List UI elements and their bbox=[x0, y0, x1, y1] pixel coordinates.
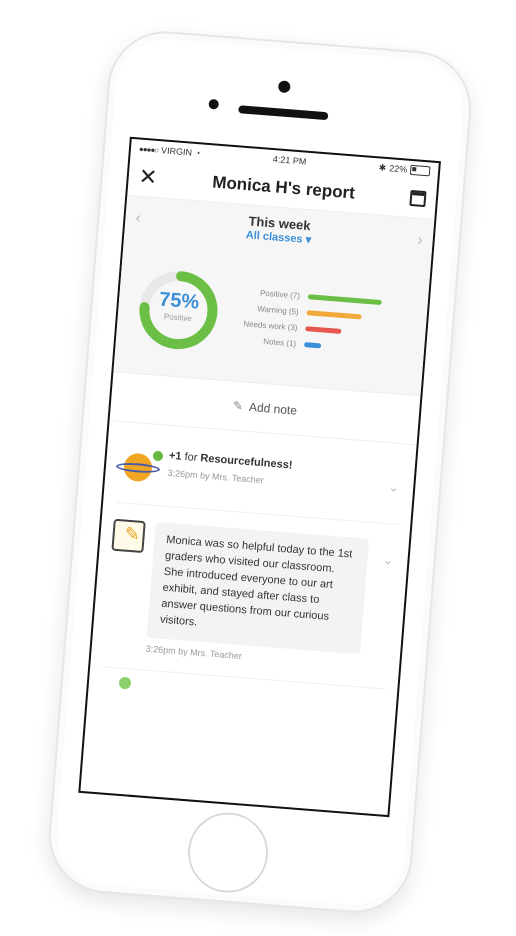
chevron-down-icon[interactable]: ⌄ bbox=[388, 479, 400, 496]
carrier-label: VIRGIN bbox=[160, 145, 193, 158]
legend-row-notes: Notes (1) bbox=[234, 334, 378, 354]
status-right: ✱ 22% bbox=[378, 161, 431, 177]
legend-label-positive: Positive (7) bbox=[259, 287, 301, 301]
positive-donut: 75% Positive bbox=[131, 263, 226, 358]
classes-label: All classes bbox=[245, 229, 303, 246]
page-title: Monica H's report bbox=[211, 172, 356, 203]
calendar-icon[interactable] bbox=[409, 189, 427, 208]
planet-ring bbox=[115, 461, 161, 475]
battery-icon bbox=[409, 164, 431, 177]
caret-down-icon: ▾ bbox=[305, 233, 312, 247]
legend-label-warning: Warning (5) bbox=[256, 303, 300, 317]
skill-name: Resourcefulness! bbox=[199, 452, 293, 472]
wifi-icon: ◔ bbox=[194, 147, 201, 159]
phone-frame: ●●●●○ VIRGIN ◔ 4:21 PM ✱ 22% ✕ Monica H'… bbox=[44, 27, 476, 917]
add-note-label: Add note bbox=[248, 399, 298, 418]
for-text: for bbox=[184, 451, 198, 465]
camera-dot bbox=[277, 80, 291, 94]
legend-label-needs-work: Needs work (3) bbox=[243, 318, 298, 332]
sensor-dot bbox=[208, 98, 220, 110]
status-left: ●●●●○ VIRGIN ◔ bbox=[138, 144, 201, 159]
legend-bar-needs-work bbox=[305, 325, 342, 334]
status-time: 4:21 PM bbox=[272, 154, 307, 167]
pencil-icon: ✎ bbox=[232, 398, 244, 414]
speaker-slot bbox=[238, 105, 329, 121]
app-screen: ●●●●○ VIRGIN ◔ 4:21 PM ✱ 22% ✕ Monica H'… bbox=[78, 136, 441, 818]
positive-badge bbox=[150, 448, 166, 464]
feed-item-content: +1 for Resourcefulness! 3:26pm by Mrs. T… bbox=[167, 450, 402, 496]
chevron-right-icon[interactable]: › bbox=[417, 232, 424, 250]
close-icon[interactable]: ✕ bbox=[138, 164, 158, 190]
signal-icon: ●●●●○ bbox=[138, 144, 159, 155]
legend-bar-positive bbox=[307, 293, 382, 305]
battery-percent: 22% bbox=[388, 163, 408, 175]
activity-feed: +1 for Resourcefulness! 3:26pm by Mrs. T… bbox=[89, 421, 417, 710]
bluetooth-icon: ✱ bbox=[378, 161, 387, 173]
legend-label-notes: Notes (1) bbox=[263, 336, 297, 348]
home-button[interactable] bbox=[185, 809, 272, 896]
note-icon bbox=[111, 518, 146, 554]
summary-panel: 75% Positive Positive (7) Warning (5) Ne… bbox=[113, 239, 431, 397]
legend-bar-notes bbox=[303, 341, 322, 348]
planet-icon bbox=[115, 446, 166, 489]
donut-text: 75% Positive bbox=[134, 287, 224, 326]
note-bubble: Monica was so helpful today to the 1st g… bbox=[146, 521, 370, 655]
feed-item-note[interactable]: Monica was so helpful today to the 1st g… bbox=[102, 503, 398, 688]
legend-bar-warning bbox=[306, 309, 362, 319]
week-center: This week All classes ▾ bbox=[245, 213, 312, 246]
stage: ●●●●○ VIRGIN ◔ 4:21 PM ✱ 22% ✕ Monica H'… bbox=[0, 0, 516, 936]
chevron-left-icon[interactable]: ‹ bbox=[135, 209, 142, 227]
point-prefix: +1 bbox=[168, 449, 182, 463]
note-content: Monica was so helpful today to the 1st g… bbox=[145, 521, 397, 672]
chevron-down-icon[interactable]: ⌄ bbox=[382, 552, 394, 569]
behavior-legend: Positive (7) Warning (5) Needs work (3) … bbox=[234, 286, 382, 354]
